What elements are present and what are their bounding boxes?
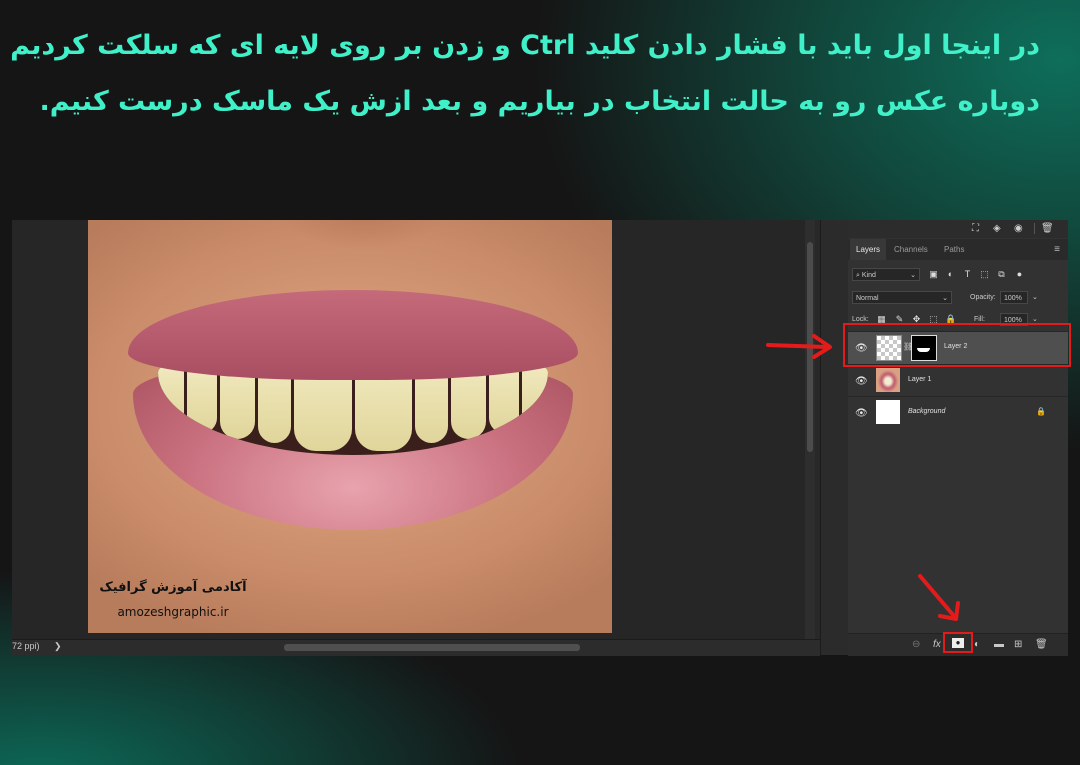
mask-button-highlight-box <box>943 632 973 653</box>
layer-highlight-box <box>843 323 1071 367</box>
visibility-eye-icon[interactable]: 👁 <box>855 376 868 387</box>
document-image: آکادمی آموزش گرافیک amozeshgraphic.ir <box>88 220 612 633</box>
new-layer-icon[interactable]: ⊞ <box>1014 639 1022 650</box>
layer-name[interactable]: Background <box>908 408 945 415</box>
trash-top-icon[interactable]: 🗑 <box>1034 223 1054 234</box>
adjustment-filter-icon[interactable]: ◐ <box>945 268 956 280</box>
trash-icon[interactable]: 🗑 <box>1035 639 1048 650</box>
blend-row: Normal ⌄ Opacity: 100% ⌄ <box>852 291 1064 305</box>
opacity-input[interactable]: 100% <box>1000 291 1028 304</box>
pixel-filter-icon[interactable]: ▣ <box>928 268 939 280</box>
fx-icon[interactable]: fx <box>933 639 941 650</box>
tab-paths[interactable]: Paths <box>938 239 970 260</box>
arrow-down-right-icon <box>918 574 960 621</box>
photoshop-window: آکادمی آموزش گرافیک amozeshgraphic.ir 72… <box>12 220 1068 656</box>
filter-toggle-icon[interactable]: ● <box>1014 268 1025 280</box>
layer-name[interactable]: Layer 1 <box>908 376 931 383</box>
panel-tabs: Layers Channels Paths ≡ <box>848 239 1068 260</box>
filter-row: ⌕ Kind ⌄ ▣ ◐ T ⬚ ⧉ ● <box>852 268 1064 282</box>
blend-mode-select[interactable]: Normal ⌄ <box>852 291 952 304</box>
lock-icon: 🔒 <box>1036 407 1046 416</box>
adjustment-icon[interactable]: ◐ <box>974 639 980 650</box>
panel-dock-strip <box>820 220 849 655</box>
eye-toggle-icon[interactable]: ◉ <box>1014 223 1023 234</box>
document-canvas[interactable]: آکادمی آموزش گرافیک amozeshgraphic.ir <box>12 220 805 639</box>
status-arrow-icon[interactable]: ❯ <box>54 641 62 652</box>
layer-thumbnail[interactable] <box>876 400 900 424</box>
vertical-scrollbar[interactable] <box>805 220 815 639</box>
tab-layers[interactable]: Layers <box>850 239 887 260</box>
status-bar: 72 ppi) ❯ <box>12 639 820 656</box>
folder-icon[interactable]: ▬ <box>994 639 1004 650</box>
panel-menu-icon[interactable]: ≡ <box>1054 244 1060 255</box>
type-filter-icon[interactable]: T <box>962 268 973 280</box>
watermark-text: آکادمی آموزش گرافیک <box>99 580 247 595</box>
zoom-readout: 72 ppi) <box>12 641 40 651</box>
watermark-url: amozeshgraphic.ir <box>117 605 229 619</box>
upper-lip <box>128 290 578 380</box>
layer-thumbnail[interactable] <box>876 368 900 392</box>
headline-line-1: در اینجا اول باید با فشار دادن کلید Ctrl… <box>0 30 1040 61</box>
layer-row-layer-1[interactable]: 👁 Layer 1 <box>848 364 1068 397</box>
select-icon[interactable]: ⛶ <box>972 223 979 234</box>
headline-line-2: دوباره عکس رو به حالت انتخاب در بیاریم و… <box>39 86 1040 117</box>
arrow-right-icon <box>766 334 832 359</box>
smart-filter-icon[interactable]: ⧉ <box>996 268 1007 280</box>
tab-channels[interactable]: Channels <box>888 239 934 260</box>
transform-icon[interactable]: ◈ <box>993 223 1001 234</box>
panel-topbar: ⛶ ◈ ◉ 🗑 <box>848 220 1068 238</box>
shape-filter-icon[interactable]: ⬚ <box>979 268 990 280</box>
layer-row-background[interactable]: 👁 Background 🔒 <box>848 396 1068 429</box>
opacity-dropdown-icon[interactable]: ⌄ <box>1032 291 1038 304</box>
link-icon[interactable]: ⊖ <box>912 639 920 650</box>
visibility-eye-icon[interactable]: 👁 <box>855 408 868 419</box>
horizontal-scrollbar[interactable] <box>284 644 580 651</box>
filter-kind-select[interactable]: ⌕ Kind ⌄ <box>852 268 920 281</box>
opacity-label: Opacity: <box>970 294 996 301</box>
